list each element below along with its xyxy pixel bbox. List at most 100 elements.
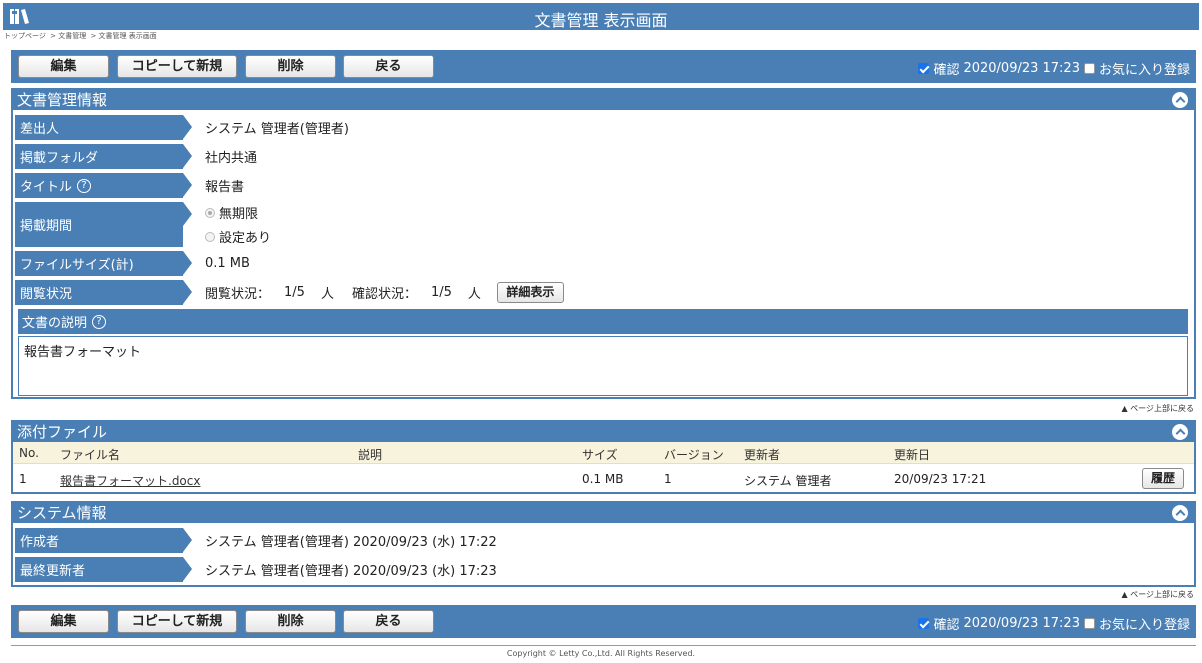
breadcrumb-home[interactable]: トップページ	[4, 32, 46, 40]
doc-info-title: 文書管理情報	[17, 91, 108, 109]
confirm-status-text: 確認状況：	[351, 287, 417, 302]
last-updater-value: システム 管理者(管理者) 2020/09/23 (水) 17:23	[205, 564, 497, 579]
favorite-label: お気に入り登録	[1098, 63, 1190, 78]
cell-no: 1	[19, 472, 27, 486]
top-toolbar: 編集 コピーして新規 削除 戻る 確認 2020/09/23 17:23 お気に…	[11, 50, 1196, 83]
period-options: 無期限 設定あり	[205, 202, 271, 247]
confirm-datetime: 2020/09/23 17:23	[963, 61, 1080, 76]
col-file-name: ファイル名	[60, 448, 121, 462]
period-row: 掲載期間 無期限 設定あり	[15, 202, 1194, 247]
help-icon[interactable]: ?	[77, 178, 92, 193]
footer-divider	[11, 645, 1196, 646]
bottom-toolbar: 編集 コピーして新規 削除 戻る 確認 2020/09/23 17:23 お気に…	[11, 605, 1196, 638]
file-link[interactable]: 報告書フォーマット.docx	[60, 472, 200, 489]
title-label-text: タイトル	[20, 180, 73, 195]
period-option-unlimited[interactable]: 無期限	[205, 203, 258, 222]
doc-info-header: 文書管理情報	[13, 90, 1194, 110]
col-updater: 更新者	[744, 448, 781, 462]
breadcrumb: トップページ > 文書管理 > 文書管理 表示画面	[4, 31, 159, 41]
sender-label: 差出人	[15, 115, 192, 140]
col-version: バージョン	[664, 448, 724, 462]
copyright: Copyright © Letty Co.,Ltd. All Rights Re…	[506, 649, 696, 658]
attachments-header: 添付ファイル	[13, 422, 1194, 442]
description-value: 報告書フォーマット	[24, 345, 142, 360]
filesize-value: 0.1 MB	[205, 256, 250, 271]
attachments-panel: 添付ファイル No. ファイル名 説明 サイズ バージョン 更新者 更新日 1 …	[11, 420, 1196, 494]
sender-value: システム 管理者(管理者)	[205, 122, 349, 137]
collapse-chevron-icon[interactable]	[1172, 424, 1188, 440]
back-button[interactable]: 戻る	[343, 610, 434, 633]
confirm-label: 確認	[933, 63, 960, 78]
view-unit: 人	[320, 287, 334, 302]
copy-new-button[interactable]: コピーして新規	[117, 610, 237, 633]
last-updater-row: 最終更新者 システム 管理者(管理者) 2020/09/23 (水) 17:23	[15, 557, 1194, 582]
confirm-checkbox[interactable]	[918, 618, 930, 629]
collapse-chevron-icon[interactable]	[1172, 92, 1188, 108]
col-no: No.	[19, 446, 39, 460]
view-count: 1/5	[284, 285, 305, 300]
table-header-row: No. ファイル名 説明 サイズ バージョン 更新者 更新日	[13, 442, 1194, 463]
col-description: 説明	[358, 448, 383, 462]
doc-info-panel: 文書管理情報 差出人 システム 管理者(管理者) 掲載フォルダ 社内共通 タイト…	[11, 88, 1196, 399]
cell-updater: システム 管理者	[744, 474, 832, 488]
folder-row: 掲載フォルダ 社内共通	[15, 144, 1194, 169]
delete-button[interactable]: 削除	[245, 55, 336, 78]
help-icon[interactable]: ?	[92, 314, 107, 329]
creator-label: 作成者	[15, 528, 192, 553]
period-option-set[interactable]: 設定あり	[205, 227, 271, 246]
filesize-row: ファイルサイズ(計) 0.1 MB	[15, 251, 1194, 276]
edit-button[interactable]: 編集	[18, 610, 109, 633]
copy-new-button[interactable]: コピーして新規	[117, 55, 237, 78]
view-status-row: 閲覧状況 閲覧状況： 1/5 人 確認状況： 1/5 人 詳細表示	[15, 280, 1194, 305]
favorite-checkbox[interactable]	[1083, 63, 1095, 74]
breadcrumb-current: > 文書管理 表示画面	[90, 32, 157, 40]
confirm-count: 1/5	[430, 285, 452, 300]
confirm-label: 確認	[933, 618, 960, 633]
col-size: サイズ	[582, 448, 618, 462]
period-label: 掲載期間	[15, 202, 192, 247]
favorite-label: お気に入り登録	[1098, 618, 1190, 633]
cell-size: 0.1 MB	[582, 472, 624, 486]
delete-button[interactable]: 削除	[245, 610, 336, 633]
detail-button[interactable]: 詳細表示	[496, 282, 564, 303]
cell-version: 1	[664, 472, 672, 486]
radio-set[interactable]	[205, 231, 215, 242]
description-box: 報告書フォーマット	[18, 336, 1188, 396]
title-row: タイトル ? 報告書	[15, 173, 1194, 198]
breadcrumb-doc-management[interactable]: > 文書管理	[50, 32, 86, 40]
favorite-checkbox[interactable]	[1083, 618, 1095, 629]
system-info-header: システム情報	[13, 503, 1194, 523]
system-info-panel: システム情報 作成者 システム 管理者(管理者) 2020/09/23 (水) …	[11, 501, 1196, 587]
view-status-value: 閲覧状況： 1/5 人 確認状況： 1/5 人 詳細表示	[205, 280, 564, 305]
col-updated: 更新日	[894, 448, 931, 462]
page-top-link[interactable]: ▲ ページ上部に戻る	[1121, 403, 1194, 414]
sender-row: 差出人 システム 管理者(管理者)	[15, 115, 1194, 140]
filesize-label: ファイルサイズ(計)	[15, 251, 192, 276]
description-label: 文書の説明	[22, 316, 88, 331]
system-info-title: システム情報	[17, 504, 107, 522]
confirm-area: 確認 2020/09/23 17:23 お気に入り登録	[918, 614, 1190, 633]
page-top-link[interactable]: ▲ ページ上部に戻る	[1121, 589, 1194, 600]
radio-unlimited[interactable]	[205, 207, 215, 218]
confirm-area: 確認 2020/09/23 17:23 お気に入り登録	[918, 59, 1190, 78]
creator-value: システム 管理者(管理者) 2020/09/23 (水) 17:22	[205, 535, 497, 550]
title-value: 報告書	[205, 180, 245, 195]
attachments-table: No. ファイル名 説明 サイズ バージョン 更新者 更新日 1 報告書フォーマ…	[13, 442, 1194, 493]
page-title: 文書管理 表示画面	[534, 11, 668, 30]
table-row: 1 報告書フォーマット.docx 0.1 MB 1 システム 管理者 20/09…	[13, 463, 1194, 493]
last-updater-label: 最終更新者	[15, 557, 192, 582]
back-button[interactable]: 戻る	[343, 55, 434, 78]
description-header: 文書の説明 ?	[18, 309, 1188, 334]
confirm-checkbox[interactable]	[918, 63, 930, 74]
title-bar: 文書管理 表示画面	[3, 3, 1199, 30]
history-button[interactable]: 履歴	[1142, 468, 1184, 489]
attachments-title: 添付ファイル	[17, 423, 108, 441]
folder-label: 掲載フォルダ	[15, 144, 192, 169]
edit-button[interactable]: 編集	[18, 55, 109, 78]
view-status-text: 閲覧状況：	[205, 287, 271, 302]
view-status-label: 閲覧状況	[15, 280, 192, 305]
collapse-chevron-icon[interactable]	[1172, 505, 1188, 521]
folder-value: 社内共通	[205, 151, 258, 166]
creator-row: 作成者 システム 管理者(管理者) 2020/09/23 (水) 17:22	[15, 528, 1194, 553]
title-label: タイトル ?	[15, 173, 192, 198]
